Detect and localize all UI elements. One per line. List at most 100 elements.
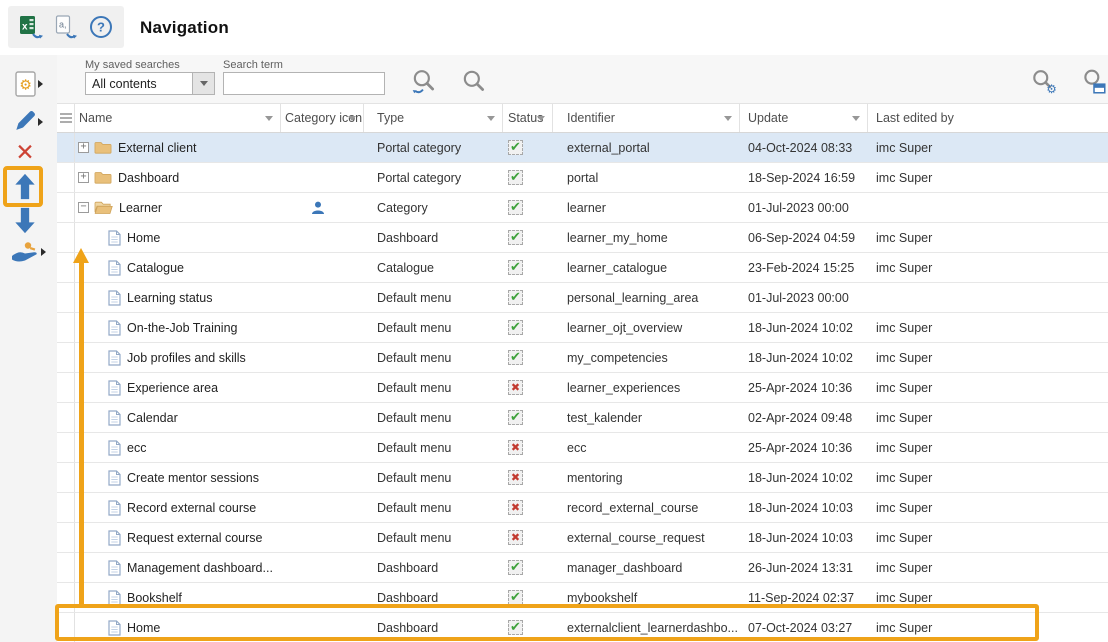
filter-dropdown-icon[interactable]: [724, 116, 732, 121]
tree-expander-icon[interactable]: +: [78, 172, 89, 183]
column-header-update[interactable]: Update: [740, 104, 868, 132]
table-row[interactable]: On-the-Job TrainingDefault menu✔learner_…: [57, 313, 1108, 343]
name-cell: Request external course: [75, 523, 281, 552]
category-icon-cell: [281, 583, 364, 612]
column-header-last-edited-by[interactable]: Last edited by: [868, 104, 1108, 132]
row-handle-cell: [57, 523, 75, 552]
status-cell: ✔: [503, 343, 553, 372]
table-row[interactable]: Learning statusDefault menu✔personal_lea…: [57, 283, 1108, 313]
row-handle-cell: [57, 493, 75, 522]
help-button[interactable]: ?: [87, 13, 115, 41]
table-row[interactable]: HomeDashboard✔learner_my_home06-Sep-2024…: [57, 223, 1108, 253]
last-edited-by-cell: imc Super: [868, 403, 1108, 432]
category-icon-cell: [281, 313, 364, 342]
category-icon-cell: [281, 463, 364, 492]
search-display-button[interactable]: [1079, 67, 1108, 97]
last-edited-by-cell: imc Super: [868, 523, 1108, 552]
table-row[interactable]: BookshelfDashboard✔mybookshelf11-Sep-202…: [57, 583, 1108, 613]
edit-flyout-icon[interactable]: [38, 118, 43, 126]
person-icon: [311, 201, 325, 215]
status-cell: ✔: [503, 253, 553, 282]
check-icon: ✔: [510, 351, 521, 364]
table-row[interactable]: Create mentor sessionsDefault menu✖mento…: [57, 463, 1108, 493]
table-row[interactable]: Request external courseDefault menu✖exte…: [57, 523, 1108, 553]
status-checkbox: ✔: [508, 200, 523, 215]
table-row[interactable]: Record external courseDefault menu✖recor…: [57, 493, 1108, 523]
item-name: Create mentor sessions: [127, 471, 259, 485]
delete-button[interactable]: ✕: [8, 142, 42, 164]
filter-dropdown-icon[interactable]: [852, 116, 860, 121]
last-edited-by-cell: imc Super: [868, 463, 1108, 492]
name-cell: Experience area: [75, 373, 281, 402]
table-row[interactable]: Job profiles and skillsDefault menu✔my_c…: [57, 343, 1108, 373]
column-header-category-icon[interactable]: Category icon: [281, 104, 364, 132]
assign-hand-icon: [10, 239, 40, 265]
filter-dropdown-icon[interactable]: [537, 116, 545, 121]
svg-text:?: ?: [97, 20, 105, 35]
filter-dropdown-icon[interactable]: [265, 116, 273, 121]
svg-text:⚙: ⚙: [1046, 82, 1057, 96]
category-icon-cell: [281, 343, 364, 372]
filter-dropdown-icon[interactable]: [348, 116, 356, 121]
edit-button[interactable]: [8, 108, 42, 133]
cross-icon: ✖: [511, 442, 520, 453]
text-export-button[interactable]: a,: [52, 13, 80, 41]
update-cell: 06-Sep-2024 04:59: [740, 223, 868, 252]
row-handle-cell: [57, 193, 75, 222]
status-checkbox: ✔: [508, 320, 523, 335]
saved-searches-select[interactable]: All contents: [85, 72, 215, 95]
update-cell: 23-Feb-2024 15:25: [740, 253, 868, 282]
page-icon: [108, 290, 121, 306]
identifier-cell: externalclient_learnerdashbo...: [553, 613, 740, 642]
category-icon-cell: [281, 373, 364, 402]
assign-button[interactable]: [8, 239, 42, 265]
filter-dropdown-icon[interactable]: [487, 116, 495, 121]
table-row[interactable]: −LearnerCategory✔learner01-Jul-2023 00:0…: [57, 193, 1108, 223]
table-row[interactable]: Experience areaDefault menu✖learner_expe…: [57, 373, 1108, 403]
new-content-flyout-icon[interactable]: [38, 80, 43, 88]
cross-icon: ✖: [511, 382, 520, 393]
search-settings-button[interactable]: ⚙: [1029, 67, 1059, 97]
tree-expander-icon[interactable]: +: [78, 142, 89, 153]
assign-flyout-icon[interactable]: [41, 248, 46, 256]
column-header-name[interactable]: Name: [75, 104, 281, 132]
table-row[interactable]: Management dashboard...Dashboard✔manager…: [57, 553, 1108, 583]
column-header-identifier[interactable]: Identifier: [553, 104, 740, 132]
excel-export-button[interactable]: x: [17, 13, 45, 41]
table-row[interactable]: CalendarDefault menu✔test_kalender02-Apr…: [57, 403, 1108, 433]
item-name: Bookshelf: [127, 591, 182, 605]
column-header-type[interactable]: Type: [364, 104, 503, 132]
column-header-status[interactable]: Status: [503, 104, 553, 132]
update-cell: 18-Jun-2024 10:03: [740, 493, 868, 522]
row-handle-cell: [57, 613, 75, 642]
dropdown-caret-button[interactable]: [192, 73, 214, 94]
column-header-handle[interactable]: [57, 104, 75, 132]
item-name: On-the-Job Training: [127, 321, 237, 335]
table-row[interactable]: +External clientPortal category✔external…: [57, 133, 1108, 163]
table-row[interactable]: +DashboardPortal category✔portal18-Sep-2…: [57, 163, 1108, 193]
new-content-button[interactable]: ⚙: [8, 70, 42, 99]
table-row[interactable]: HomeDashboard✔externalclient_learnerdash…: [57, 613, 1108, 642]
reset-search-button[interactable]: [409, 67, 439, 97]
update-cell: 01-Jul-2023 00:00: [740, 283, 868, 312]
identifier-cell: record_external_course: [553, 493, 740, 522]
search-term-input[interactable]: [223, 72, 385, 95]
status-cell: ✔: [503, 613, 553, 642]
item-name: Record external course: [127, 501, 256, 515]
update-cell: 01-Jul-2023 00:00: [740, 193, 868, 222]
cross-icon: ✖: [511, 532, 520, 543]
new-content-icon: ⚙: [12, 70, 39, 99]
table-row[interactable]: CatalogueCatalogue✔learner_catalogue23-F…: [57, 253, 1108, 283]
search-button[interactable]: [459, 67, 489, 97]
search-display-icon: [1080, 68, 1108, 96]
move-up-button[interactable]: [8, 172, 42, 201]
move-down-button[interactable]: [8, 206, 42, 235]
row-handle-cell: [57, 433, 75, 462]
last-edited-by-cell: imc Super: [868, 553, 1108, 582]
identifier-cell: learner_my_home: [553, 223, 740, 252]
name-cell: Calendar: [75, 403, 281, 432]
status-checkbox: ✔: [508, 560, 523, 575]
table-row[interactable]: eccDefault menu✖ecc25-Apr-2024 10:36imc …: [57, 433, 1108, 463]
identifier-cell: mentoring: [553, 463, 740, 492]
tree-expander-icon[interactable]: −: [78, 202, 89, 213]
